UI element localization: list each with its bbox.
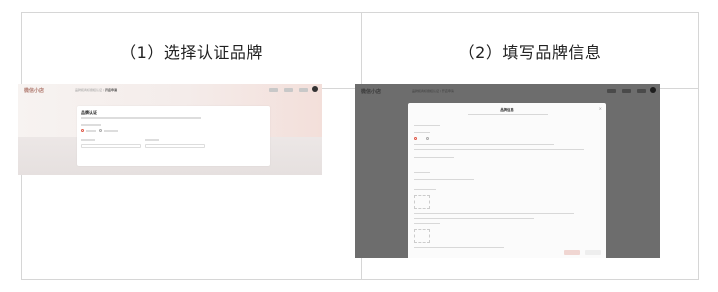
step-2-title: （2）填写品牌信息 xyxy=(458,42,602,62)
toolbar-icon[interactable] xyxy=(622,89,631,93)
avatar[interactable] xyxy=(650,87,656,93)
step-1-title: （1）选择认证品牌 xyxy=(120,42,263,62)
step-1-screenshot: 微信小店 品牌和商标授权认证 / 开店申请 品牌认证 xyxy=(18,84,322,175)
radio-selected[interactable] xyxy=(414,137,417,140)
close-icon[interactable]: × xyxy=(599,106,602,111)
text-placeholder xyxy=(414,189,436,191)
radio-selected[interactable] xyxy=(81,129,84,132)
brand-select[interactable] xyxy=(145,144,205,148)
text-placeholder xyxy=(145,139,159,141)
toolbar-icon[interactable] xyxy=(607,89,616,93)
text-placeholder xyxy=(414,247,504,249)
modal-title: 品牌信息 xyxy=(500,108,514,112)
text-placeholder xyxy=(414,213,574,215)
brand-info-modal: 品牌信息 × xyxy=(408,103,606,258)
toolbar-icons xyxy=(607,89,646,93)
breadcrumb-current: 开店申请 xyxy=(104,88,117,92)
breadcrumb-prefix: 品牌和商标授权认证 / xyxy=(75,88,104,92)
text-placeholder xyxy=(81,124,101,126)
text-placeholder xyxy=(414,149,584,151)
toolbar-icon[interactable] xyxy=(299,88,308,92)
toolbar-icons xyxy=(269,88,308,92)
text-placeholder xyxy=(414,223,440,225)
toolbar-icon[interactable] xyxy=(637,89,646,93)
text-placeholder xyxy=(414,125,440,127)
text-placeholder xyxy=(414,144,554,146)
text-placeholder xyxy=(414,132,430,134)
breadcrumb: 品牌和商标授权认证 / 开店申请 xyxy=(75,88,117,92)
brand-card: 品牌认证 xyxy=(77,106,270,166)
text-placeholder xyxy=(104,130,118,132)
toolbar-icon[interactable] xyxy=(284,88,293,92)
app-topbar: 微信小店 品牌和商标授权认证 / 开店申请 xyxy=(18,84,322,98)
app-logo: 微信小店 xyxy=(24,88,45,94)
brand-input[interactable] xyxy=(81,144,141,148)
text-placeholder xyxy=(414,172,430,174)
app-logo: 微信小店 xyxy=(361,89,382,95)
text-placeholder xyxy=(86,130,96,132)
radio-option[interactable] xyxy=(426,137,429,140)
breadcrumb: 品牌和商标授权认证 / 开店申请 xyxy=(412,89,454,93)
toolbar-icon[interactable] xyxy=(269,88,278,92)
text-placeholder xyxy=(81,117,201,119)
submit-button[interactable] xyxy=(564,250,580,255)
avatar[interactable] xyxy=(312,86,318,92)
step-2-screenshot: 微信小店 品牌和商标授权认证 / 开店申请 品牌信息 × xyxy=(355,84,660,258)
upload-box[interactable] xyxy=(414,229,430,243)
cancel-button[interactable] xyxy=(585,250,601,255)
text-placeholder xyxy=(414,218,534,220)
text-placeholder xyxy=(414,179,474,181)
card-title: 品牌认证 xyxy=(81,110,97,115)
text-placeholder xyxy=(414,157,454,159)
text-placeholder xyxy=(81,139,95,141)
text-placeholder xyxy=(468,114,548,116)
radio-option[interactable] xyxy=(99,129,102,132)
upload-box[interactable] xyxy=(414,195,430,209)
